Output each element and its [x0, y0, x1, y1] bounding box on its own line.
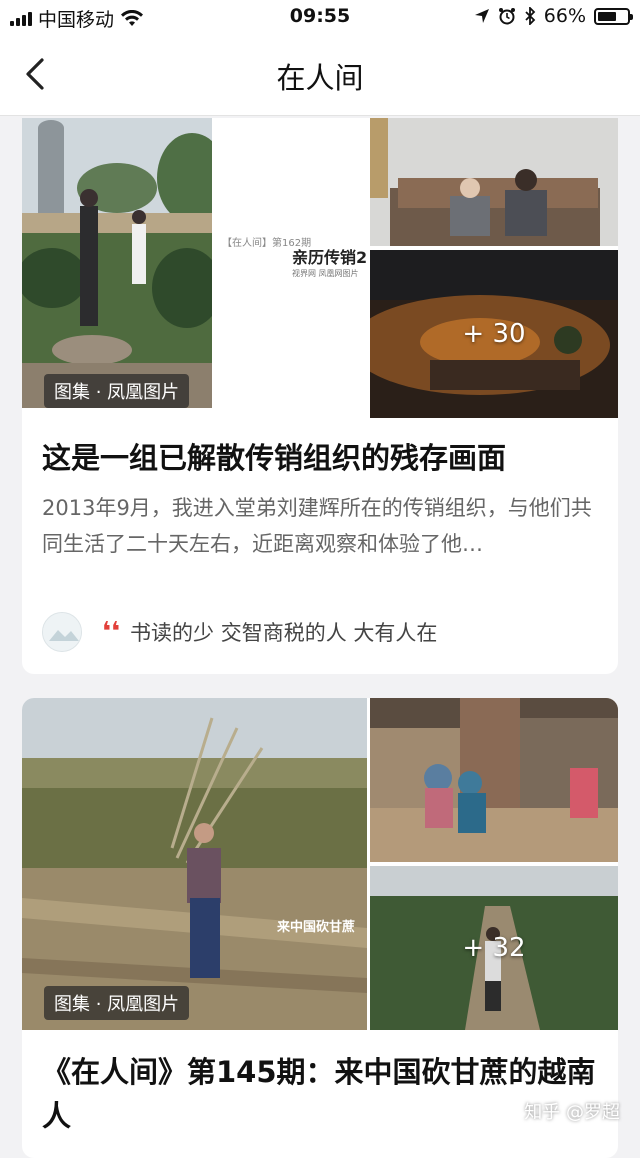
svg-text:视界网 凤凰网图片: 视界网 凤凰网图片 [292, 268, 359, 278]
bluetooth-icon [524, 7, 536, 25]
article-card[interactable]: 来中国砍甘蔗 图集 · 凤凰图片 [22, 698, 618, 1158]
card-summary: 2013年9月，我进入堂弟刘建辉所在的传销组织，与他们共同生活了二十天左右，近距… [42, 490, 596, 562]
nav-bar: 在人间 [0, 34, 640, 116]
page-title: 在人间 [0, 55, 640, 97]
card-footer: ❛❛ 书读的少 交智商税的人 大有人在 [42, 610, 598, 654]
thumb-photo-bottom: + 30 [370, 250, 618, 418]
embedded-text: 来中国砍甘蔗 [276, 919, 355, 935]
gallery-tag: 图集 · 凤凰图片 [44, 986, 189, 1020]
more-photos-count: + 30 [370, 319, 618, 349]
gallery-tag: 图集 · 凤凰图片 [44, 374, 189, 408]
avatar[interactable] [42, 612, 82, 652]
photo-mosaic[interactable]: 【在人间】第162期 亲历传销20 视界网 凤凰网图片 图集 · 凤凰图片 [22, 118, 618, 418]
battery-icon [594, 8, 630, 25]
thumb-photo-top [370, 118, 618, 246]
card-title[interactable]: 《在人间》第145期：来中国砍甘蔗的越南人 [42, 1050, 598, 1138]
location-icon [474, 8, 490, 24]
thumb-photo-top [370, 698, 618, 862]
watermark: 知乎 @罗超 [524, 1098, 620, 1124]
hot-comment: 书读的少 交智商税的人 大有人在 [130, 617, 437, 647]
main-photo: 【在人间】第162期 亲历传销20 视界网 凤凰网图片 图集 · 凤凰图片 [22, 118, 367, 418]
article-card[interactable]: 【在人间】第162期 亲历传销20 视界网 凤凰网图片 图集 · 凤凰图片 [22, 118, 618, 674]
thumb-photo-bottom: + 32 [370, 866, 618, 1030]
alarm-icon [498, 7, 516, 25]
photo-mosaic[interactable]: 来中国砍甘蔗 图集 · 凤凰图片 [22, 698, 618, 1030]
embedded-text: 亲历传销20 [292, 248, 367, 267]
quote-icon: ❛❛ [102, 619, 120, 645]
status-bar: 中国移动 09:55 66% [0, 0, 640, 34]
card-title[interactable]: 这是一组已解散传销组织的残存画面 [42, 436, 598, 480]
battery-percent: 66% [544, 5, 586, 27]
main-photo: 来中国砍甘蔗 图集 · 凤凰图片 [22, 698, 367, 1030]
more-photos-count: + 32 [370, 933, 618, 963]
